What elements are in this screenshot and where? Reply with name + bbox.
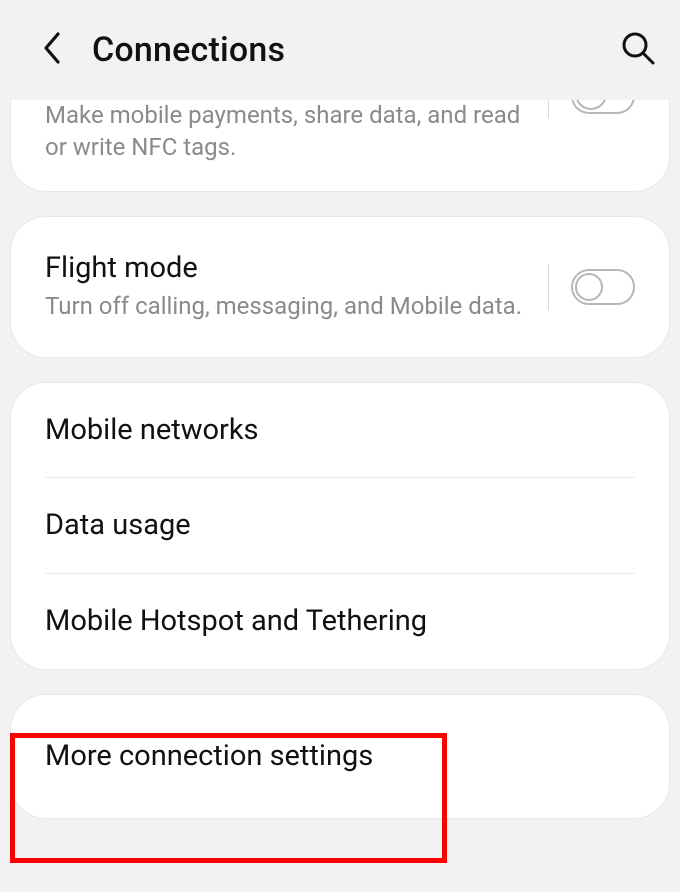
flight-mode-toggle[interactable] [571,269,635,305]
nfc-row[interactable]: Make mobile payments, share data, and re… [11,100,669,191]
divider-vertical [548,264,549,310]
divider-vertical [548,100,549,118]
list-item-label: Mobile Hotspot and Tethering [45,604,635,639]
network-group-card: Mobile networks Data usage Mobile Hotspo… [10,382,670,670]
nfc-card: Make mobile payments, share data, and re… [10,100,670,192]
header: Connections [0,0,680,100]
more-connection-settings-card: More connection settings [10,694,670,819]
flight-mode-title: Flight mode [45,251,548,286]
more-connection-settings-row[interactable]: More connection settings [11,695,669,818]
page-title: Connections [92,30,285,70]
nfc-subtitle: Make mobile payments, share data, and re… [45,100,548,163]
flight-mode-subtitle: Turn off calling, messaging, and Mobile … [45,290,548,322]
mobile-networks-row[interactable]: Mobile networks [11,383,669,478]
list-item-label: Mobile networks [45,413,635,448]
header-left: Connections [40,30,285,70]
more-connection-settings-label: More connection settings [45,739,635,774]
nfc-toggle[interactable] [571,100,635,114]
flight-mode-row[interactable]: Flight mode Turn off calling, messaging,… [11,217,669,356]
list-item-label: Data usage [45,508,635,543]
flight-mode-card: Flight mode Turn off calling, messaging,… [10,216,670,357]
search-icon[interactable] [620,30,656,70]
back-icon[interactable] [40,30,62,70]
annotation-arrow [0,843,680,892]
hotspot-tethering-row[interactable]: Mobile Hotspot and Tethering [11,574,669,669]
data-usage-row[interactable]: Data usage [11,478,669,573]
